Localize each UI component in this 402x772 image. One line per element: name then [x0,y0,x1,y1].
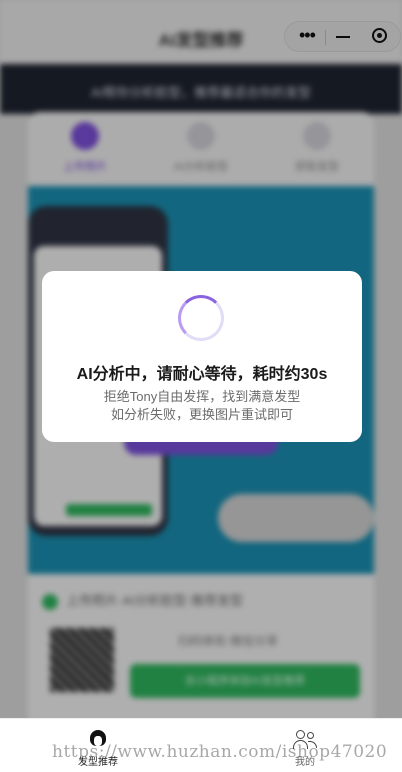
loading-hint-1: 拒绝Tony自由发挥，找到满意发型 [103,389,301,404]
watermark-text: https://www.huzhan.com/ishop47020 [52,742,388,762]
loading-title: AI分析中，请耐心等待，耗时约30s [76,366,328,383]
loading-hint-2: 如分析失败，更换图片重试即可 [110,407,293,422]
loading-spinner-icon [178,295,224,341]
loading-dialog: AI分析中，请耐心等待，耗时约30s 拒绝Tony自由发挥，找到满意发型 如分析… [42,271,362,442]
